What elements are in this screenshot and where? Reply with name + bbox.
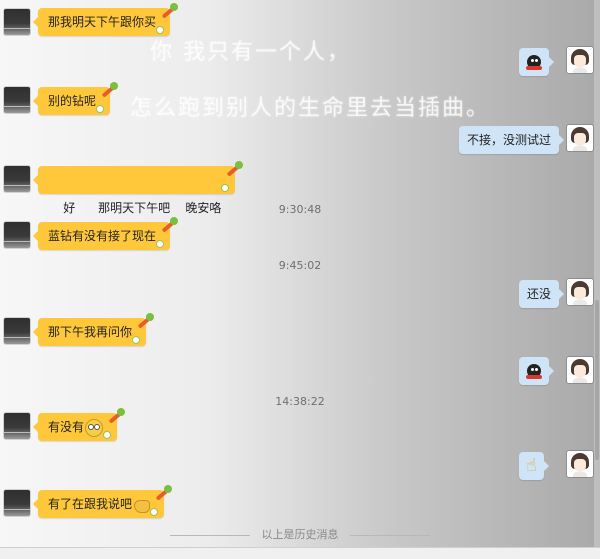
timestamp: 9:45:02	[278, 259, 322, 272]
contact-avatar[interactable]	[4, 9, 30, 35]
chat-scrollbar[interactable]	[594, 0, 600, 547]
bubble-decoration-icon	[132, 312, 156, 344]
scrollbar-thumb[interactable]	[595, 300, 599, 460]
outgoing-message[interactable]	[519, 357, 554, 385]
incoming-message[interactable]: 有没有	[32, 408, 126, 441]
timestamp: 9:30:48	[278, 203, 322, 216]
bubble-decoration-icon	[221, 160, 245, 192]
timestamp: 14:38:22	[275, 395, 325, 408]
my-avatar[interactable]	[567, 451, 593, 477]
incoming-message[interactable]: 有了在跟我说吧	[32, 485, 173, 518]
outgoing-message[interactable]	[519, 48, 554, 76]
message-text: 别的钻呢	[48, 94, 97, 108]
outgoing-message[interactable]: 还没	[519, 280, 565, 308]
contact-avatar[interactable]	[4, 413, 30, 439]
chat-panel: 你 我只有一个人， 怎么跑到别人的生命里去当插曲。 那我明天下午跟你买 别的钻呢…	[0, 0, 600, 559]
bubble-decoration-icon	[150, 484, 174, 516]
message-text: 那下午我再问你	[48, 325, 133, 339]
contact-avatar[interactable]	[4, 166, 30, 192]
input-toolbar	[0, 547, 600, 559]
penguin-icon	[525, 363, 543, 381]
divider-line	[170, 535, 250, 536]
contact-avatar[interactable]	[4, 490, 30, 516]
outgoing-message[interactable]: 不接，没测试过	[459, 126, 565, 154]
message-text: 有没有	[48, 420, 85, 434]
pointing-hand-icon: ☝	[526, 455, 537, 476]
incoming-message[interactable]: 蓝钻有没有接了现在	[32, 217, 179, 250]
bubble-decoration-icon	[96, 81, 120, 113]
history-divider: 以上是历史消息	[0, 527, 600, 543]
outgoing-message[interactable]: ☝	[519, 452, 549, 480]
incoming-message[interactable]: 那我明天下午跟你买	[32, 3, 179, 36]
bubble-decoration-icon	[156, 2, 180, 34]
message-text: 蓝钻有没有接了现在	[48, 229, 157, 243]
incoming-message[interactable]: 好 那明天下午吧 晚安咯	[32, 161, 244, 215]
message-text: 有了在跟我说吧	[48, 497, 133, 511]
divider-line	[350, 535, 430, 536]
message-text: 不接，没测试过	[467, 133, 552, 147]
background-watermark-line1: 你 我只有一个人，	[150, 40, 351, 65]
bubble-decoration-icon	[156, 216, 180, 248]
handshake-icon	[132, 497, 151, 513]
contact-avatar[interactable]	[4, 222, 30, 248]
my-avatar[interactable]	[567, 47, 593, 73]
message-text: 还没	[527, 287, 552, 301]
background-watermark-line2: 怎么跑到别人的生命里去当插曲。	[130, 96, 491, 121]
incoming-message[interactable]: 别的钻呢	[32, 82, 119, 115]
my-avatar[interactable]	[567, 357, 593, 383]
my-avatar[interactable]	[567, 279, 593, 305]
contact-avatar[interactable]	[4, 318, 30, 344]
penguin-icon	[525, 54, 543, 72]
bubble-decoration-icon	[103, 407, 127, 439]
message-text: 那我明天下午跟你买	[48, 15, 157, 29]
history-label: 以上是历史消息	[261, 528, 339, 541]
dizzy-face-icon	[85, 418, 104, 437]
contact-avatar[interactable]	[4, 87, 30, 113]
my-avatar[interactable]	[567, 125, 593, 151]
incoming-message[interactable]: 那下午我再问你	[32, 313, 155, 346]
